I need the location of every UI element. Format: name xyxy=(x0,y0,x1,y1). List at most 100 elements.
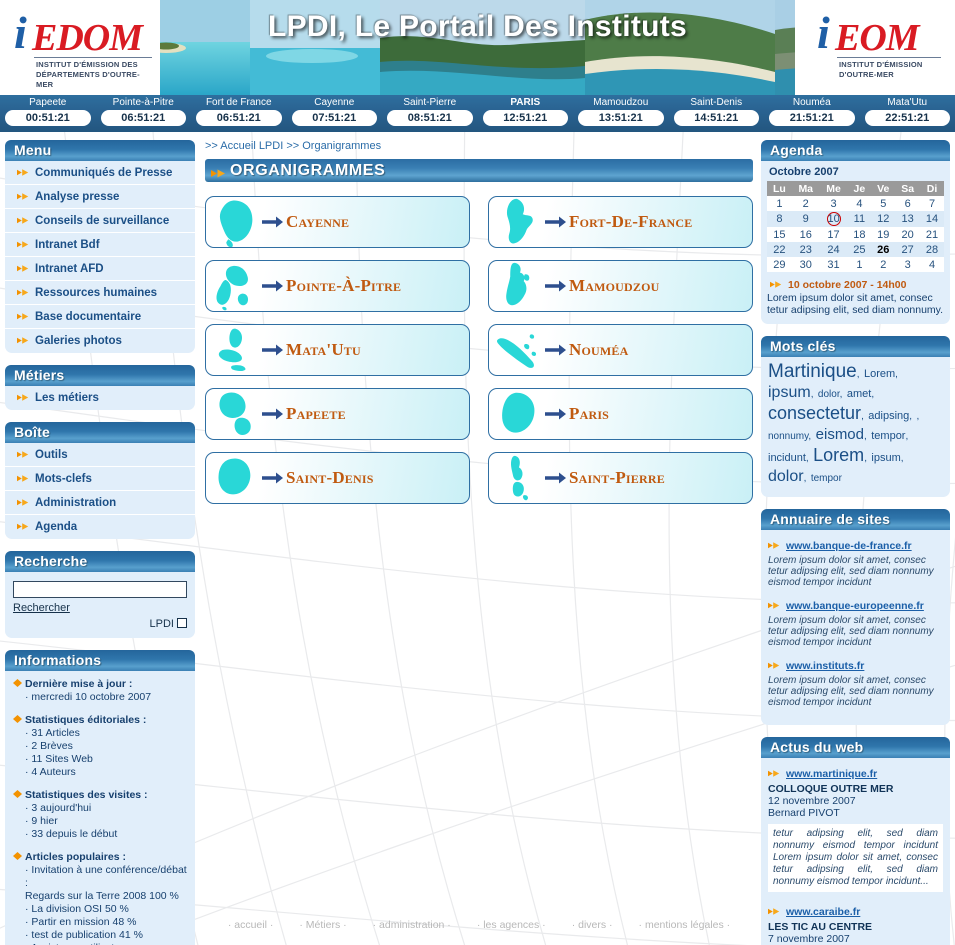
sidebar-item-intranet-bdf[interactable]: Intranet Bdf xyxy=(5,233,195,257)
actus-link[interactable]: www.martinique.fr xyxy=(786,768,877,780)
agenda-event[interactable]: 10 octobre 2007 - 14h00 Lorem ipsum dolo… xyxy=(767,279,944,316)
search-input[interactable] xyxy=(13,580,187,598)
sidebar-item-analyse-presse[interactable]: Analyse presse xyxy=(5,185,195,209)
calendar-day[interactable]: 15 xyxy=(767,227,792,242)
search-submit-button[interactable]: Rechercher xyxy=(13,602,70,614)
tag-item[interactable]: incidunt xyxy=(768,452,806,464)
annuaire-link[interactable]: www.instituts.fr xyxy=(786,660,864,672)
tag-item[interactable]: dolor xyxy=(768,468,804,485)
organigramme-item[interactable]: Mata'Utu xyxy=(205,324,470,376)
tag-item[interactable]: ipsum xyxy=(768,384,811,401)
calendar-day[interactable]: 18 xyxy=(847,227,872,242)
calendar-day[interactable]: 8 xyxy=(767,211,792,227)
calendar-day[interactable]: 12 xyxy=(871,211,896,227)
annuaire-link[interactable]: www.banque-europeenne.fr xyxy=(786,600,924,612)
calendar-day[interactable]: 29 xyxy=(767,257,792,272)
calendar-day[interactable]: 30 xyxy=(791,257,820,272)
calendar-day[interactable]: 17 xyxy=(819,227,848,242)
calendar-day[interactable]: 20 xyxy=(895,227,921,242)
calendar-day[interactable]: 1 xyxy=(767,196,792,211)
calendar-day[interactable]: 9 xyxy=(791,211,820,227)
tag-item[interactable]: Martinique xyxy=(768,361,857,382)
breadcrumb[interactable]: >> Accueil LPDI >> Organigrammes xyxy=(205,140,753,154)
search-scope-checkbox[interactable] xyxy=(177,617,187,628)
footer-link[interactable]: · administration · xyxy=(373,919,451,931)
calendar-day[interactable]: 11 xyxy=(847,211,872,227)
calendar-day[interactable]: 16 xyxy=(791,227,820,242)
sidebar-item-administration[interactable]: Administration xyxy=(5,491,195,515)
calendar-day[interactable]: 27 xyxy=(895,242,921,257)
calendar-day[interactable]: 28 xyxy=(920,242,944,257)
tag-item[interactable]: amet xyxy=(847,388,871,400)
logo-ieom[interactable]: i EOM Institut d'Émission d'Outre-Mer xyxy=(795,0,955,95)
calendar-day[interactable]: 2 xyxy=(791,196,820,211)
organigramme-item[interactable]: Nouméa xyxy=(488,324,753,376)
calendar-day[interactable]: 19 xyxy=(871,227,896,242)
sidebar-item-conseils-de-surveillance[interactable]: Conseils de surveillance xyxy=(5,209,195,233)
sidebar-item-galeries-photos[interactable]: Galeries photos xyxy=(5,329,195,353)
sidebar-item-intranet-afd[interactable]: Intranet AFD xyxy=(5,257,195,281)
calendar-day[interactable]: 14 xyxy=(920,211,944,227)
page-root: LPDI, Le Portail Des Instituts i EDOM In… xyxy=(0,0,955,945)
logo-iedom[interactable]: i EDOM Institut d'Émission des Départeme… xyxy=(0,0,160,95)
sidebar-item-base-documentaire[interactable]: Base documentaire xyxy=(5,305,195,329)
calendar-day[interactable]: 2 xyxy=(871,257,896,272)
arrow-bullet-icon xyxy=(768,661,780,669)
calendar-day[interactable]: 23 xyxy=(791,242,820,257)
footer-link[interactable]: · mentions légales · xyxy=(639,919,731,931)
calendar-day[interactable]: 4 xyxy=(920,257,944,272)
annuaire-link[interactable]: www.banque-de-france.fr xyxy=(786,540,912,552)
calendar-day[interactable]: 21 xyxy=(920,227,944,242)
tag-item[interactable]: consectetur xyxy=(768,403,861,423)
tag-item[interactable]: dolor xyxy=(818,389,840,400)
sidebar-item-les-m-tiers[interactable]: Les métiers xyxy=(5,386,195,410)
calendar-day[interactable]: 3 xyxy=(895,257,921,272)
info-group: Articles populaires :Invitation à une co… xyxy=(13,850,187,945)
page-title-bar: ORGANIGRAMMES xyxy=(205,159,753,182)
sidebar-item-ressources-humaines[interactable]: Ressources humaines xyxy=(5,281,195,305)
tag-item[interactable]: Lorem xyxy=(864,368,895,380)
organigramme-item[interactable]: Saint-Denis xyxy=(205,452,470,504)
calendar-day[interactable]: 5 xyxy=(871,196,896,211)
calendar-day[interactable]: 25 xyxy=(847,242,872,257)
sidebar-item-communiqu-s-de-presse[interactable]: Communiqués de Presse xyxy=(5,161,195,185)
calendar-table[interactable]: Lu Ma Me Je Ve Sa Di 1 2 3 4 5 6 7 8 9 10 11 12 13 14 15 16 17 1… xyxy=(767,181,944,272)
footer-link[interactable]: · accueil · xyxy=(228,919,274,931)
sidebar-item-outils[interactable]: Outils xyxy=(5,443,195,467)
footer-link[interactable]: · Métiers · xyxy=(299,919,346,931)
sidebar-item-agenda[interactable]: Agenda xyxy=(5,515,195,539)
organigramme-item[interactable]: Papeete xyxy=(205,388,470,440)
calendar-day[interactable]: 31 xyxy=(819,257,848,272)
sidebar-item-mots-clefs[interactable]: Mots-clefs xyxy=(5,467,195,491)
footer-link[interactable]: · les agences · xyxy=(477,919,546,931)
calendar-day[interactable]: 13 xyxy=(895,211,921,227)
calendar-day[interactable]: 24 xyxy=(819,242,848,257)
tag-item[interactable]: eismod xyxy=(816,426,864,443)
actus-link[interactable]: www.caraibe.fr xyxy=(786,906,860,918)
tag-item[interactable]: nonnumy xyxy=(768,431,808,442)
calendar-day[interactable]: 7 xyxy=(920,196,944,211)
calendar-day[interactable]: 3 xyxy=(819,196,848,211)
organigramme-item[interactable]: Fort-de-France xyxy=(488,196,753,248)
calendar-day[interactable]: 26 xyxy=(871,242,896,257)
island-map-icon xyxy=(491,325,543,375)
calendar-day[interactable]: 4 xyxy=(847,196,872,211)
calendar-day[interactable]: 1 xyxy=(847,257,872,272)
calendar-day[interactable]: 10 xyxy=(819,211,848,227)
calendar-day[interactable]: 22 xyxy=(767,242,792,257)
timezone-city: Mata'Utu xyxy=(887,97,928,108)
tag-item[interactable]: ipsum xyxy=(871,452,900,464)
tag-separator: , xyxy=(864,431,867,442)
organigramme-item[interactable]: Saint-Pierre xyxy=(488,452,753,504)
organigramme-item[interactable]: Pointe-à-Pitre xyxy=(205,260,470,312)
organigramme-item[interactable]: Paris xyxy=(488,388,753,440)
tag-item[interactable]: adipsing xyxy=(868,410,909,422)
organigramme-item[interactable]: Cayenne xyxy=(205,196,470,248)
tag-item[interactable]: tempor xyxy=(811,473,842,484)
tag-item[interactable]: tempor xyxy=(871,430,905,442)
tag-item[interactable]: Lorem xyxy=(813,445,864,465)
calendar-day[interactable]: 6 xyxy=(895,196,921,211)
organigramme-item[interactable]: Mamoudzou xyxy=(488,260,753,312)
footer-link[interactable]: · divers · xyxy=(572,919,613,931)
logo-iedom-rule xyxy=(34,57,152,58)
